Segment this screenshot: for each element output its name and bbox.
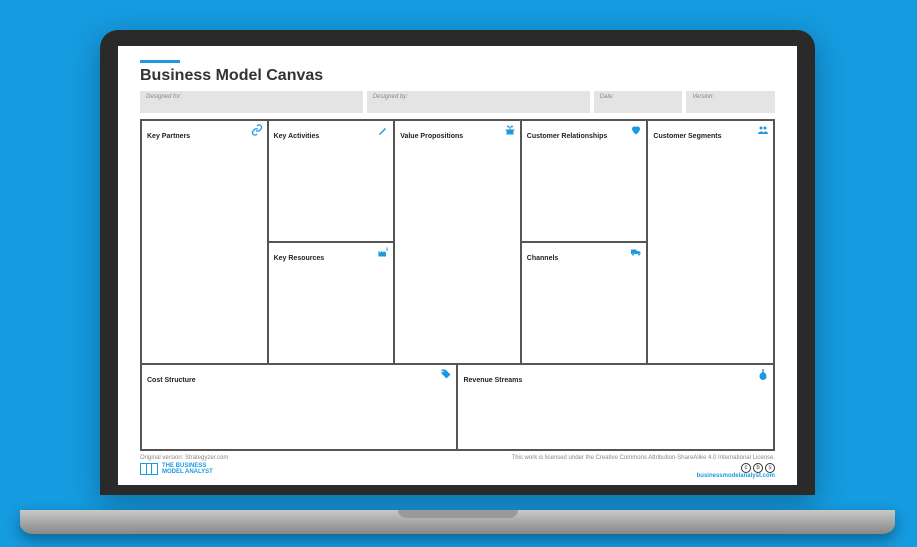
cell-customer-segments[interactable]: Customer Segments	[647, 120, 774, 364]
license-text: This work is licensed under the Creative…	[512, 455, 775, 461]
footer-right: This work is licensed under the Creative…	[512, 455, 775, 479]
money-bag-icon	[757, 368, 769, 380]
heart-icon	[630, 124, 642, 136]
label-customer-relationships: Customer Relationships	[527, 133, 608, 140]
cell-key-partners[interactable]: Key Partners	[141, 120, 268, 364]
truck-icon	[630, 246, 642, 258]
meta-designed-by[interactable]: Designed by:	[367, 91, 590, 113]
cell-customer-relationships[interactable]: Customer Relationships	[521, 120, 648, 242]
laptop-bezel: Business Model Canvas Designed for: Desi…	[100, 30, 815, 495]
factory-icon	[377, 246, 389, 258]
cell-channels[interactable]: Channels	[521, 242, 648, 364]
label-revenue-streams: Revenue Streams	[463, 377, 522, 384]
laptop-screen: Business Model Canvas Designed for: Desi…	[118, 46, 797, 485]
by-icon: b	[753, 463, 763, 473]
gift-icon	[504, 124, 516, 136]
original-credit: Original version: Strategyzer.com	[140, 455, 228, 461]
tag-icon	[440, 368, 452, 380]
title-accent-bar	[140, 60, 180, 63]
page-title: Business Model Canvas	[140, 67, 775, 85]
canvas-grid: Key Partners Key Activities Key Resource…	[140, 119, 775, 451]
footer: Original version: Strategyzer.com THE BU…	[140, 455, 775, 479]
label-key-resources: Key Resources	[274, 255, 325, 262]
brand-logo-icon	[140, 463, 158, 475]
link-icon	[251, 124, 263, 136]
wand-icon	[377, 124, 389, 136]
brand: THE BUSINESS MODEL ANALYST	[140, 463, 228, 475]
cell-revenue-streams[interactable]: Revenue Streams	[457, 364, 774, 450]
meta-row: Designed for: Designed by: Date: Version…	[140, 91, 775, 113]
label-customer-segments: Customer Segments	[653, 133, 721, 140]
laptop-base	[20, 510, 895, 534]
cc-icon: c	[741, 463, 751, 473]
sa-icon: s	[765, 463, 775, 473]
label-key-partners: Key Partners	[147, 133, 190, 140]
website-link[interactable]: businessmodelanalyst.com	[512, 473, 775, 479]
cell-key-resources[interactable]: Key Resources	[268, 242, 395, 364]
cell-key-activities[interactable]: Key Activities	[268, 120, 395, 242]
label-cost-structure: Cost Structure	[147, 377, 196, 384]
label-value-propositions: Value Propositions	[400, 133, 463, 140]
cc-icons: c b s	[741, 463, 775, 473]
label-key-activities: Key Activities	[274, 133, 320, 140]
cell-value-propositions[interactable]: Value Propositions	[394, 120, 521, 364]
laptop-mockup: Business Model Canvas Designed for: Desi…	[100, 30, 815, 520]
meta-version[interactable]: Version:	[686, 91, 775, 113]
cell-cost-structure[interactable]: Cost Structure	[141, 364, 457, 450]
footer-left: Original version: Strategyzer.com THE BU…	[140, 455, 228, 475]
canvas-document: Business Model Canvas Designed for: Desi…	[118, 46, 797, 485]
meta-designed-for[interactable]: Designed for:	[140, 91, 363, 113]
meta-date[interactable]: Date:	[594, 91, 683, 113]
users-icon	[757, 124, 769, 136]
label-channels: Channels	[527, 255, 559, 262]
brand-text: THE BUSINESS MODEL ANALYST	[162, 463, 213, 475]
